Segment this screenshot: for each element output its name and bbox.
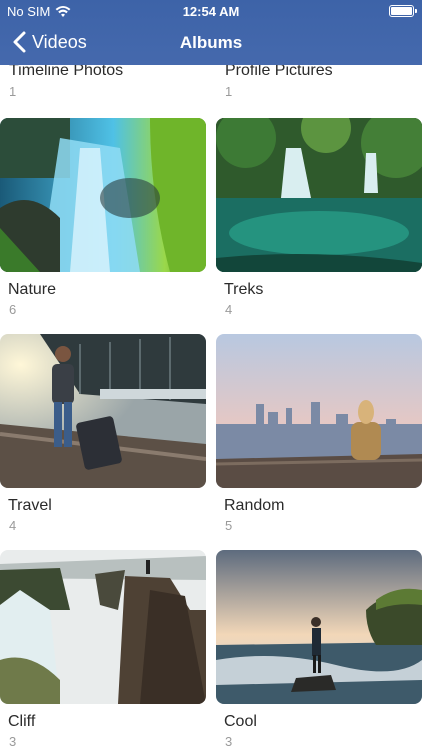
album-cliff[interactable]: Cliff 3 bbox=[0, 550, 206, 749]
album-title: Cliff bbox=[8, 713, 36, 730]
cliff-waterfall-photo bbox=[0, 550, 206, 704]
album-thumbnail-travel[interactable] bbox=[0, 334, 206, 488]
battery-icon bbox=[389, 5, 417, 17]
album-thumbnail-treks[interactable] bbox=[216, 118, 422, 272]
album-title: Nature bbox=[8, 281, 57, 298]
album-thumbnail-random[interactable] bbox=[216, 334, 422, 488]
album-cool[interactable]: Cool 3 bbox=[216, 550, 422, 749]
album-count: 6 bbox=[9, 302, 17, 317]
nav-bar: Videos Albums bbox=[0, 26, 422, 62]
navigation-header: No SIM 12:54 AM Videos Albums bbox=[0, 0, 422, 65]
album-random[interactable]: Random 5 bbox=[216, 334, 422, 533]
album-count: 1 bbox=[225, 84, 233, 99]
waterfall-photo bbox=[0, 118, 206, 272]
jungle-waterfall-photo bbox=[216, 118, 422, 272]
airport-traveler-photo bbox=[0, 334, 206, 488]
album-count: 3 bbox=[9, 734, 17, 749]
ocean-rock-photo bbox=[216, 550, 422, 704]
album-profile-pictures[interactable]: Profile Pictures 1 bbox=[225, 62, 333, 99]
album-thumbnail-cool[interactable] bbox=[216, 550, 422, 704]
album-title: Cool bbox=[224, 713, 257, 730]
album-title: Travel bbox=[8, 497, 52, 514]
album-thumbnail-nature[interactable] bbox=[0, 118, 206, 272]
album-count: 4 bbox=[9, 518, 17, 533]
album-treks[interactable]: Treks 4 bbox=[216, 118, 422, 317]
status-time: 12:54 AM bbox=[182, 4, 240, 19]
albums-grid: Timeline Photos 1 Profile Pictures 1 Nat… bbox=[0, 0, 422, 750]
album-nature[interactable]: Nature 6 bbox=[0, 118, 206, 317]
status-bar: No SIM 12:54 AM bbox=[0, 0, 422, 22]
page-title: Albums bbox=[179, 33, 243, 52]
album-count: 1 bbox=[9, 84, 17, 99]
album-timeline-photos[interactable]: Timeline Photos 1 bbox=[9, 62, 123, 99]
city-skyline-photo bbox=[216, 334, 422, 488]
album-title: Random bbox=[224, 497, 285, 514]
album-title: Treks bbox=[224, 281, 264, 298]
album-travel[interactable]: Travel 4 bbox=[0, 334, 206, 533]
album-thumbnail-cliff[interactable] bbox=[0, 550, 206, 704]
album-count: 5 bbox=[225, 518, 233, 533]
album-count: 4 bbox=[225, 302, 233, 317]
album-count: 3 bbox=[225, 734, 233, 749]
